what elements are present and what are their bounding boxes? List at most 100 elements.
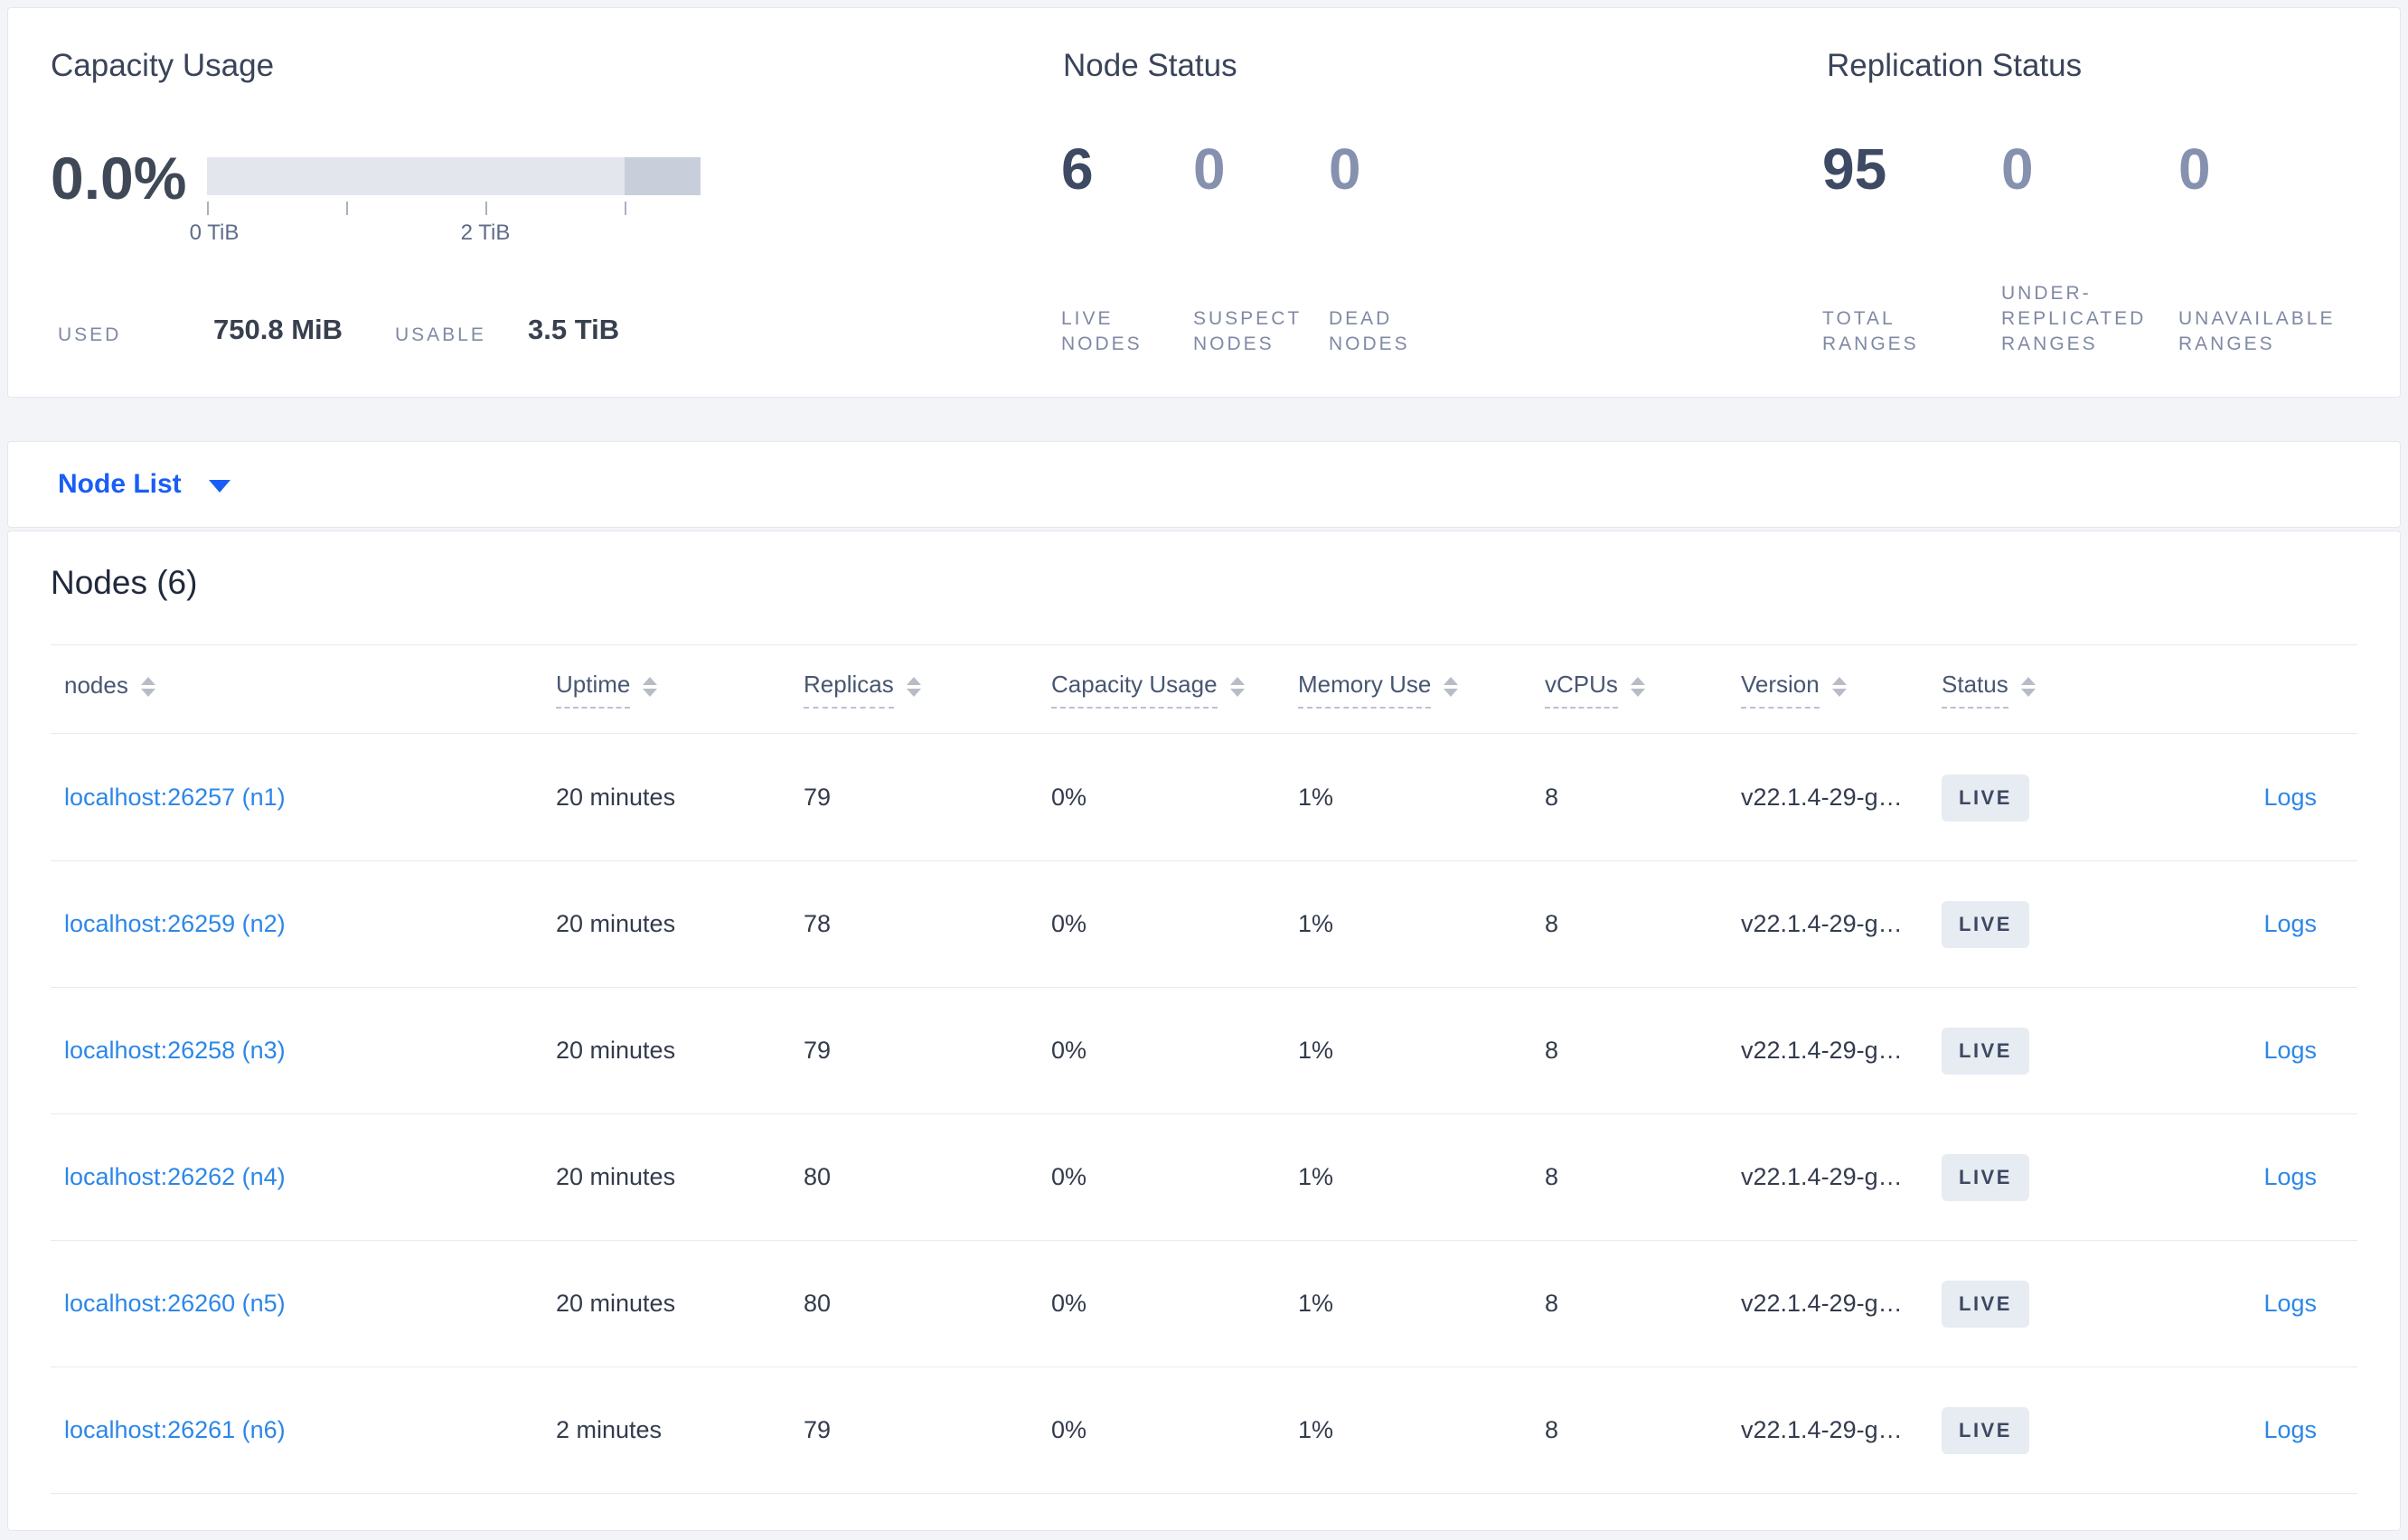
- status-badge: LIVE: [1942, 1153, 2029, 1201]
- view-selector-bar: Node List: [7, 441, 2401, 528]
- node-link[interactable]: localhost:26259 (n2): [64, 910, 286, 937]
- version-cell: v22.1.4-29-g…: [1741, 910, 1903, 937]
- capacity-cell: 0%: [1051, 1037, 1087, 1064]
- capacity-cell: 0%: [1051, 1290, 1087, 1317]
- uptime-cell: 2 minutes: [556, 1416, 663, 1443]
- version-cell: v22.1.4-29-g…: [1741, 1163, 1903, 1190]
- total-ranges-stat: 95 TOTAL RANGES: [1822, 136, 2001, 357]
- capacity-bar-track: [207, 157, 701, 195]
- dead-nodes-stat: 0 DEAD NODES: [1329, 136, 1482, 357]
- vcpus-cell: 8: [1545, 1163, 1559, 1190]
- axis-tick: [346, 202, 348, 215]
- node-link[interactable]: localhost:26261 (n6): [64, 1416, 286, 1443]
- replicas-cell: 78: [804, 910, 832, 937]
- sort-icon: [140, 676, 155, 697]
- replication-status-title: Replication Status: [1827, 48, 2083, 83]
- sort-icon: [643, 676, 658, 697]
- node-link[interactable]: localhost:26260 (n5): [64, 1290, 286, 1317]
- under-replicated-ranges-value: 0: [2001, 136, 2034, 202]
- capacity-cell: 0%: [1051, 910, 1087, 937]
- usable-value: 3.5 TiB: [528, 314, 620, 345]
- nodes-table-panel: Nodes (6) nodes Uptime Replicas Capacity…: [7, 531, 2401, 1531]
- capacity-cell: 0%: [1051, 1416, 1087, 1443]
- col-header-memory-use[interactable]: Memory Use: [1298, 671, 1545, 709]
- col-header-capacity-usage[interactable]: Capacity Usage: [1051, 671, 1298, 709]
- axis-tick-label: 2 TiB: [460, 221, 511, 245]
- capacity-cell: 0%: [1051, 1163, 1087, 1190]
- logs-link[interactable]: Logs: [2263, 1037, 2317, 1064]
- memory-cell: 1%: [1298, 1163, 1334, 1190]
- capacity-stats-row: USED 750.8 MiB USABLE 3.5 TiB: [58, 314, 871, 355]
- logs-link[interactable]: Logs: [2263, 1416, 2317, 1443]
- memory-cell: 1%: [1298, 1290, 1334, 1317]
- under-replicated-ranges-label: UNDER-REPLICATED RANGES: [2001, 283, 2147, 354]
- used-value: 750.8 MiB: [213, 314, 343, 345]
- suspect-nodes-stat: 0 SUSPECT NODES: [1193, 136, 1329, 357]
- cluster-overview-panel: Capacity Usage 0.0% 0 TiB 2 TiB USED 750…: [7, 7, 2401, 398]
- node-link[interactable]: localhost:26257 (n1): [64, 784, 286, 811]
- uptime-cell: 20 minutes: [556, 910, 676, 937]
- col-header-vcpus[interactable]: vCPUs: [1545, 671, 1741, 709]
- memory-cell: 1%: [1298, 1037, 1334, 1064]
- node-list-dropdown-label: Node List: [58, 469, 182, 499]
- live-nodes-stat: 6 LIVE NODES: [1061, 136, 1193, 357]
- vcpus-cell: 8: [1545, 1290, 1559, 1317]
- table-row: localhost:26261 (n6) 2 minutes 79 0% 1% …: [51, 1367, 2357, 1494]
- live-nodes-value: 6: [1061, 136, 1094, 202]
- node-link[interactable]: localhost:26262 (n4): [64, 1163, 286, 1190]
- axis-tick-label: 0 TiB: [189, 221, 240, 245]
- status-badge: LIVE: [1942, 1406, 2029, 1454]
- axis-tick: [625, 202, 626, 215]
- table-row: localhost:26260 (n5) 20 minutes 80 0% 1%…: [51, 1241, 2357, 1367]
- col-header-nodes[interactable]: nodes: [51, 671, 556, 708]
- table-row: localhost:26259 (n2) 20 minutes 78 0% 1%…: [51, 861, 2357, 988]
- sort-icon: [1831, 676, 1847, 697]
- uptime-cell: 20 minutes: [556, 1037, 676, 1064]
- table-row: localhost:26257 (n1) 20 minutes 79 0% 1%…: [51, 735, 2357, 861]
- suspect-nodes-label: SUSPECT NODES: [1193, 308, 1302, 354]
- table-row: localhost:26258 (n3) 20 minutes 79 0% 1%…: [51, 988, 2357, 1114]
- axis-tick: [207, 202, 209, 215]
- replicas-cell: 79: [804, 1416, 832, 1443]
- capacity-usage-title: Capacity Usage: [51, 48, 275, 83]
- node-link[interactable]: localhost:26258 (n3): [64, 1037, 286, 1064]
- logs-link[interactable]: Logs: [2263, 1290, 2317, 1317]
- capacity-cell: 0%: [1051, 784, 1087, 811]
- unavailable-ranges-stat: 0 UNAVAILABLE RANGES: [2178, 136, 2400, 357]
- sort-icon: [1444, 676, 1459, 697]
- version-cell: v22.1.4-29-g…: [1741, 1037, 1903, 1064]
- status-badge: LIVE: [1942, 1280, 2029, 1328]
- memory-cell: 1%: [1298, 1416, 1334, 1443]
- total-ranges-value: 95: [1822, 136, 1887, 202]
- replicas-cell: 79: [804, 1037, 832, 1064]
- replicas-cell: 80: [804, 1290, 832, 1317]
- vcpus-cell: 8: [1545, 910, 1559, 937]
- axis-tick: [485, 202, 487, 215]
- col-header-status[interactable]: Status: [1942, 671, 2122, 709]
- unavailable-ranges-value: 0: [2178, 136, 2211, 202]
- col-header-version[interactable]: Version: [1741, 671, 1942, 709]
- uptime-cell: 20 minutes: [556, 784, 676, 811]
- node-list-dropdown[interactable]: Node List: [58, 442, 230, 527]
- table-row: localhost:26262 (n4) 20 minutes 80 0% 1%…: [51, 1114, 2357, 1241]
- col-header-uptime[interactable]: Uptime: [556, 671, 804, 709]
- logs-link[interactable]: Logs: [2263, 784, 2317, 811]
- status-badge: LIVE: [1942, 900, 2029, 948]
- suspect-nodes-value: 0: [1193, 136, 1226, 202]
- status-badge: LIVE: [1942, 774, 2029, 822]
- status-badge: LIVE: [1942, 1027, 2029, 1075]
- logs-link[interactable]: Logs: [2263, 1163, 2317, 1190]
- capacity-bar-reserved-segment: [625, 157, 701, 195]
- version-cell: v22.1.4-29-g…: [1741, 1290, 1903, 1317]
- logs-link[interactable]: Logs: [2263, 910, 2317, 937]
- memory-cell: 1%: [1298, 784, 1334, 811]
- replication-status-stats: 95 TOTAL RANGES 0 UNDER-REPLICATED RANGE…: [1822, 136, 2400, 357]
- capacity-used-percent: 0.0%: [51, 145, 187, 211]
- usable-label: USABLE: [395, 324, 486, 345]
- dead-nodes-label: DEAD NODES: [1329, 308, 1410, 354]
- replicas-cell: 80: [804, 1163, 832, 1190]
- total-ranges-label: TOTAL RANGES: [1822, 308, 1919, 354]
- live-nodes-label: LIVE NODES: [1061, 308, 1143, 354]
- col-header-replicas[interactable]: Replicas: [804, 671, 1051, 709]
- vcpus-cell: 8: [1545, 1416, 1559, 1443]
